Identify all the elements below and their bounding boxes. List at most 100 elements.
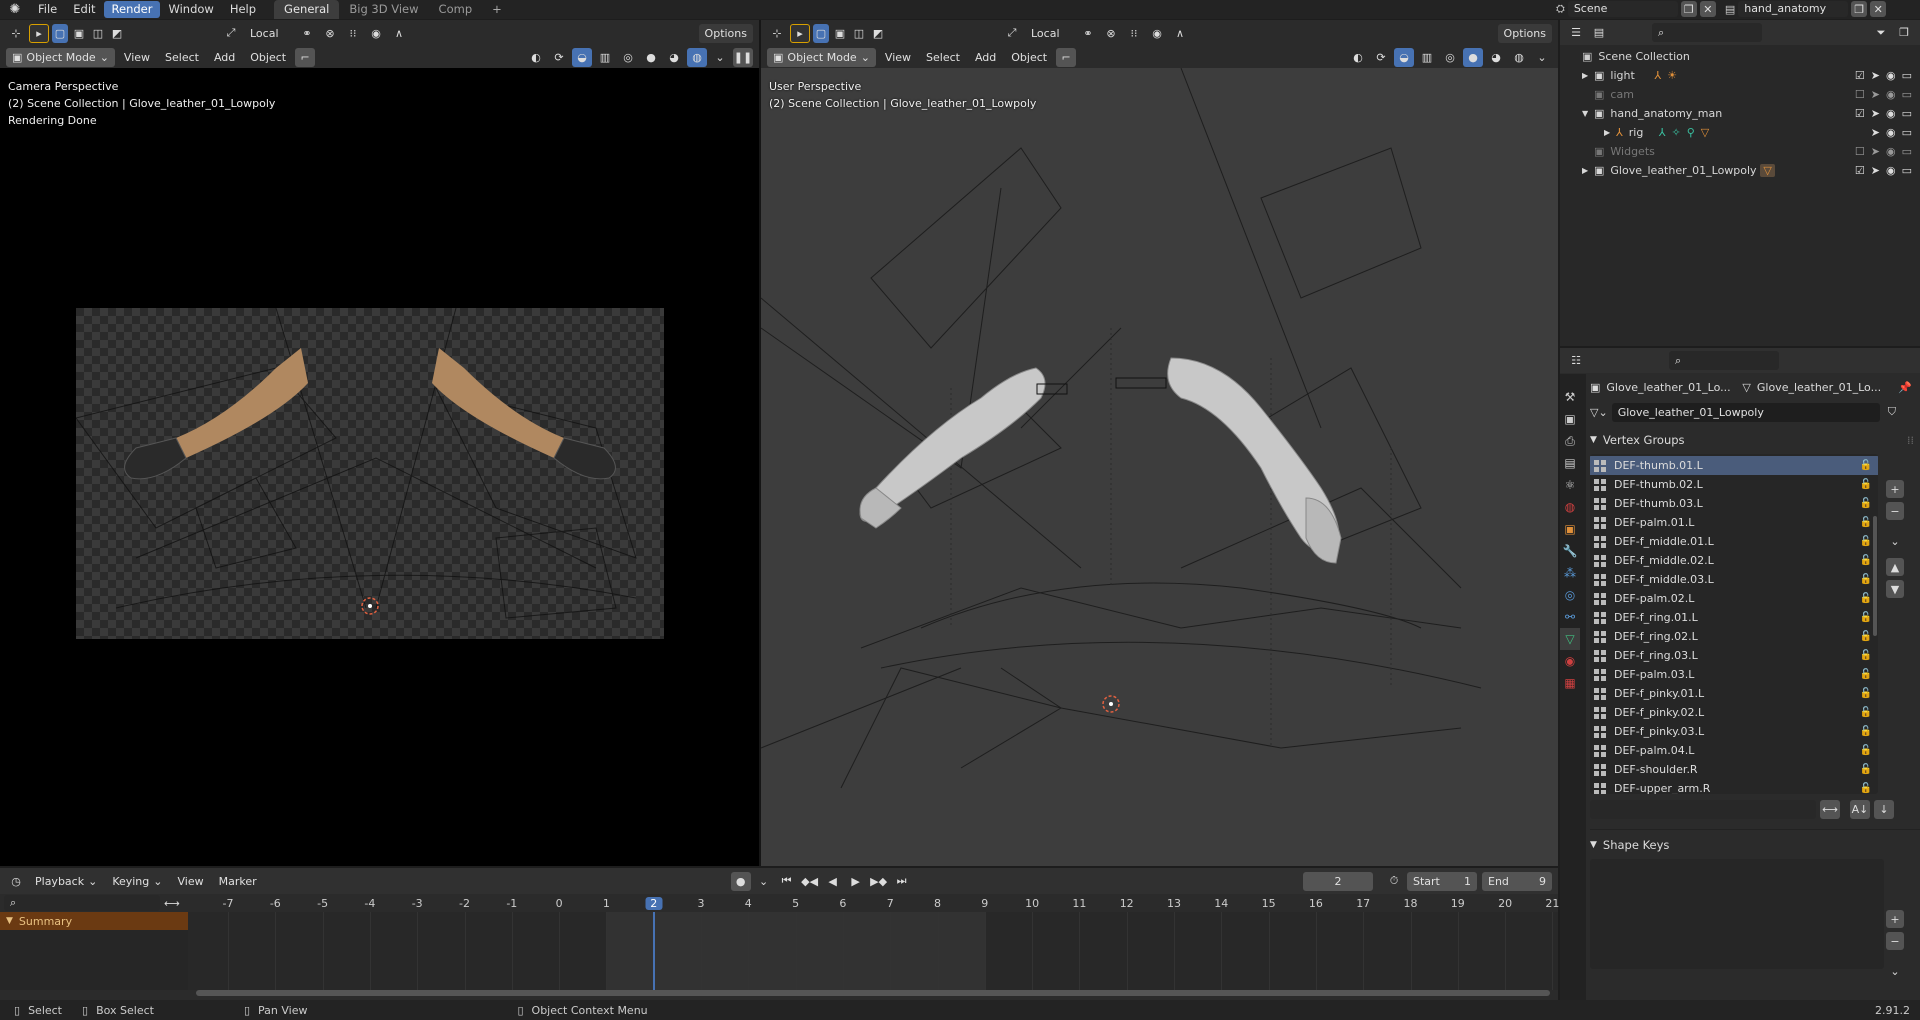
- breadcrumb-mesh[interactable]: Glove_leather_01_Lo...: [1757, 381, 1881, 394]
- mode-dropdown[interactable]: ▣ Object Mode ⌄: [6, 47, 115, 67]
- jump-prev-key-icon[interactable]: ◆◀: [800, 872, 820, 891]
- stopwatch-icon[interactable]: ⏱: [1384, 872, 1404, 891]
- snap-target-icon[interactable]: ⁝⁝: [343, 24, 363, 43]
- proportional-edit-icon[interactable]: ◉: [1147, 24, 1167, 43]
- overlay-icon[interactable]: ◒: [572, 47, 592, 67]
- vertex-group-row[interactable]: DEF-f_ring.02.L 🔓: [1590, 627, 1878, 646]
- select-mode-extend-icon[interactable]: ▣: [71, 24, 87, 43]
- remove-shape-key-button[interactable]: −: [1886, 932, 1904, 950]
- menu-keying[interactable]: Keying ⌄: [106, 872, 168, 891]
- unlock-icon[interactable]: 🔓: [1860, 479, 1872, 490]
- checkbox-icon[interactable]: ☑: [1855, 69, 1865, 82]
- camera-icon[interactable]: ▭: [1902, 88, 1912, 101]
- eye-icon[interactable]: ◉: [1886, 107, 1896, 120]
- new-collection-icon[interactable]: ❐: [1894, 23, 1914, 42]
- pivot-point-icon[interactable]: ⚭: [297, 24, 317, 43]
- menu-playback[interactable]: Playback ⌄: [29, 872, 103, 891]
- transform-orientation-dropdown[interactable]: Local: [244, 24, 294, 43]
- transform-orientation-dropdown[interactable]: Local: [1025, 24, 1075, 43]
- dopesheet-region[interactable]: [188, 912, 1558, 990]
- outliner-row-rig[interactable]: ▶ ⅄ rig ⅄ ✧ ⚲ ▽ ➤ ◉ ▭: [1560, 123, 1920, 142]
- data-tab-icon[interactable]: ▽: [1560, 628, 1580, 650]
- select-tool-icon[interactable]: ▸: [790, 23, 810, 43]
- unlock-icon[interactable]: 🔓: [1860, 745, 1872, 756]
- playhead-line[interactable]: [652, 912, 655, 990]
- vertex-group-row[interactable]: DEF-palm.04.L 🔓: [1590, 741, 1878, 760]
- new-scene-icon[interactable]: ❐: [1680, 1, 1697, 17]
- unlock-icon[interactable]: 🔓: [1860, 707, 1872, 718]
- pin-icon[interactable]: 📌: [1898, 381, 1912, 394]
- swap-icon[interactable]: ⟷: [164, 897, 180, 910]
- modifier-tab-icon[interactable]: 🔧: [1560, 540, 1580, 562]
- pause-render-icon[interactable]: ❚❚: [733, 47, 753, 67]
- menu-select[interactable]: Select: [920, 48, 966, 67]
- jump-start-icon[interactable]: ⏮: [777, 872, 797, 891]
- eye-icon[interactable]: ◉: [1886, 88, 1896, 101]
- tab-comp[interactable]: Comp: [429, 0, 483, 19]
- select-arrow-icon[interactable]: ➤: [1871, 164, 1880, 177]
- tool-tab-icon[interactable]: ⚒: [1560, 386, 1580, 408]
- menu-view[interactable]: View: [879, 48, 917, 67]
- left-viewport[interactable]: ⊹ ▸ ▢ ▣ ◫ ◩ ⤢ Local ⚭ ⊗ ⁝⁝ ◉ ∧ Options ▣…: [0, 20, 759, 866]
- material-tab-icon[interactable]: ◉: [1560, 650, 1580, 672]
- sort-alpha-icon[interactable]: A↓: [1850, 800, 1870, 819]
- unlock-icon[interactable]: 🔓: [1860, 593, 1872, 604]
- outliner-search-input[interactable]: ⌕: [1652, 23, 1762, 42]
- material-shading-icon[interactable]: ◕: [1486, 48, 1506, 67]
- eye-icon[interactable]: ◉: [1886, 126, 1896, 139]
- menu-window[interactable]: Window: [160, 0, 221, 19]
- menu-render[interactable]: Render: [103, 1, 161, 18]
- play-icon[interactable]: ▶: [846, 872, 866, 891]
- display-mode-icon[interactable]: ▤: [1589, 23, 1609, 42]
- output-tab-icon[interactable]: ⎙: [1560, 430, 1580, 452]
- camera-icon[interactable]: ▭: [1902, 126, 1912, 139]
- play-reverse-icon[interactable]: ◀: [823, 872, 843, 891]
- select-mode-extend-icon[interactable]: ▣: [832, 24, 848, 43]
- camera-icon[interactable]: ▭: [1902, 164, 1912, 177]
- unlock-icon[interactable]: 🔓: [1860, 631, 1872, 642]
- vertex-groups-title[interactable]: Vertex Groups: [1603, 433, 1685, 447]
- expand-arrow-icon[interactable]: ▼: [1582, 109, 1594, 118]
- vertex-group-row[interactable]: DEF-f_middle.03.L 🔓: [1590, 570, 1878, 589]
- overlay-icon[interactable]: ◒: [1394, 47, 1414, 67]
- current-frame-field[interactable]: 2: [1303, 871, 1373, 891]
- pivot-point-icon[interactable]: ⚭: [1078, 24, 1098, 43]
- unlock-icon[interactable]: 🔓: [1860, 517, 1872, 528]
- remove-vertex-group-button[interactable]: −: [1886, 502, 1904, 520]
- texture-tab-icon[interactable]: ▦: [1560, 672, 1580, 694]
- collapse-arrow-icon[interactable]: ▼: [6, 916, 13, 926]
- vertex-group-row[interactable]: DEF-f_middle.01.L 🔓: [1590, 532, 1878, 551]
- editor-type-icon[interactable]: ◷: [6, 872, 26, 891]
- checkbox-icon[interactable]: ☐: [1855, 145, 1865, 158]
- summary-channel[interactable]: ▼ Summary: [0, 912, 188, 930]
- camera-icon[interactable]: ▭: [1902, 107, 1912, 120]
- wireframe-shading-icon[interactable]: ◎: [618, 48, 638, 67]
- outliner-row-hand-anatomy-man[interactable]: ▼ ▣ hand_anatomy_man ☑ ➤ ◉ ▭: [1560, 104, 1920, 123]
- shape-keys-list[interactable]: [1590, 859, 1884, 969]
- unlock-icon[interactable]: 🔓: [1860, 498, 1872, 509]
- list-scrollbar[interactable]: [1873, 516, 1877, 636]
- select-mode-invert-icon[interactable]: ◩: [870, 24, 886, 43]
- solid-shading-icon[interactable]: ●: [1463, 47, 1483, 67]
- filter-icon[interactable]: ⏷: [1871, 23, 1891, 42]
- menu-help[interactable]: Help: [222, 0, 264, 19]
- keying-set-icon[interactable]: ⌄: [754, 872, 774, 891]
- select-mode-invert-icon[interactable]: ◩: [109, 24, 125, 43]
- select-arrow-icon[interactable]: ➤: [1871, 145, 1880, 158]
- vertex-group-row[interactable]: DEF-palm.01.L 🔓: [1590, 513, 1878, 532]
- tab-big-3d-view[interactable]: Big 3D View: [339, 0, 428, 19]
- menu-edit[interactable]: Edit: [65, 0, 103, 19]
- expand-arrow-icon[interactable]: ▶: [1582, 166, 1594, 175]
- render-tab-icon[interactable]: ▣: [1560, 408, 1580, 430]
- transform-gizmo-icon[interactable]: ⌐: [1056, 47, 1077, 67]
- object-tab-icon[interactable]: ▣: [1560, 518, 1580, 540]
- view-layer-icon[interactable]: ▤: [1725, 3, 1735, 16]
- unlock-icon[interactable]: 🔓: [1860, 555, 1872, 566]
- gizmo-icon[interactable]: ⟳: [1371, 48, 1391, 67]
- jump-next-key-icon[interactable]: ▶◆: [869, 872, 889, 891]
- proportional-edit-icon[interactable]: ◉: [366, 24, 386, 43]
- wireframe-shading-icon[interactable]: ◎: [1440, 48, 1460, 67]
- menu-view[interactable]: View: [171, 872, 209, 891]
- unlock-icon[interactable]: 🔓: [1860, 726, 1872, 737]
- select-mode-new-icon[interactable]: ▢: [52, 23, 68, 43]
